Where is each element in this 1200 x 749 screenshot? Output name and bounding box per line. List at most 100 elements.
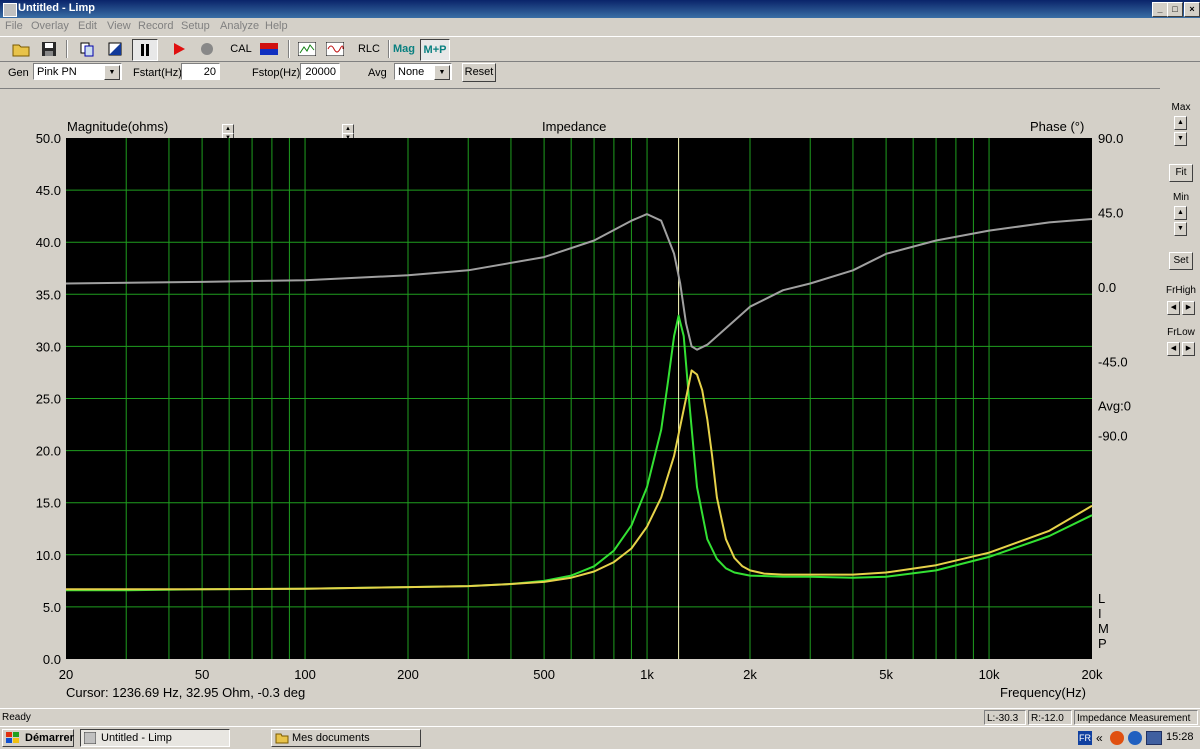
rlc-button[interactable]: RLC bbox=[356, 39, 382, 59]
menu-overlay[interactable]: Overlay bbox=[31, 20, 69, 32]
x-tick-label: 500 bbox=[533, 667, 555, 682]
max-up-icon[interactable]: ▲ bbox=[1174, 116, 1187, 130]
y-tick-label: 45.0 bbox=[36, 183, 61, 198]
x-tick-label: 50 bbox=[195, 667, 209, 682]
folder-icon bbox=[275, 733, 289, 744]
menu-edit[interactable]: Edit bbox=[78, 20, 97, 32]
limp-letter: L bbox=[1098, 591, 1105, 606]
parameters-row: Gen Pink PN ▼ Fstart(Hz) 20 ▲ ▼ Fstop(Hz… bbox=[0, 60, 1200, 143]
overlay-icon[interactable] bbox=[104, 39, 126, 59]
mag-phase-button[interactable]: M+P bbox=[420, 39, 450, 61]
cal-button[interactable]: CAL bbox=[228, 39, 254, 59]
frlow-right-icon[interactable]: ▶ bbox=[1182, 342, 1195, 356]
save-disk-icon[interactable] bbox=[38, 39, 60, 59]
maximize-button[interactable]: □ bbox=[1167, 2, 1183, 17]
max-down-icon[interactable]: ▼ bbox=[1174, 132, 1187, 146]
impedance-chart[interactable]: 0.0 5.0 10.0 15.0 20.0 25.0 30.0 35.0 40.0 45.0 50… bbox=[0, 89, 1160, 707]
scale-panel: Max ▲ ▼ Fit Min ▲ ▼ Set FrHigh ◀ ▶ FrLow… bbox=[1162, 88, 1200, 706]
menu-file[interactable]: File bbox=[5, 20, 23, 32]
frlow-label: FrLow bbox=[1167, 327, 1195, 338]
tray-display-icon[interactable] bbox=[1146, 731, 1162, 745]
toolbar: CAL RLC Mag M+P bbox=[0, 36, 1200, 62]
copy-icon[interactable] bbox=[76, 39, 98, 59]
menu-analyze[interactable]: Analyze bbox=[220, 20, 259, 32]
y-tick-label: 20.0 bbox=[36, 444, 61, 459]
fstop-input[interactable]: 20000 bbox=[300, 63, 340, 80]
fstop-value: 20000 bbox=[305, 66, 336, 78]
y-tick-label: 50.0 bbox=[36, 131, 61, 146]
reset-button[interactable]: Reset bbox=[462, 63, 496, 82]
play-icon[interactable] bbox=[168, 39, 190, 59]
start-label: Démarrer bbox=[25, 732, 74, 744]
fit-button[interactable]: Fit bbox=[1169, 164, 1193, 182]
mode-indicator: Impedance Measurement bbox=[1074, 710, 1198, 725]
limp-letter: M bbox=[1098, 621, 1109, 636]
windows-logo-icon bbox=[6, 732, 19, 743]
y2-tick-label: -45.0 bbox=[1098, 354, 1128, 369]
app-icon[interactable] bbox=[3, 3, 17, 17]
chevron-down-icon[interactable]: ▼ bbox=[434, 65, 450, 80]
window-title: Untitled - Limp bbox=[18, 2, 95, 14]
y-tick-label: 10.0 bbox=[36, 548, 61, 563]
y-tick-label: 35.0 bbox=[36, 287, 61, 302]
y2-tick-label: 45.0 bbox=[1098, 205, 1123, 220]
close-button[interactable]: × bbox=[1184, 2, 1200, 17]
taskbar-item-limp[interactable]: Untitled - Limp bbox=[80, 729, 230, 747]
start-button[interactable]: Démarrer bbox=[2, 729, 74, 747]
max-label: Max bbox=[1171, 102, 1191, 113]
avg-value: None bbox=[398, 66, 425, 78]
menu-view[interactable]: View bbox=[107, 20, 131, 32]
frhigh-left-icon[interactable]: ◀ bbox=[1167, 301, 1180, 315]
x-tick-label: 2k bbox=[743, 667, 757, 682]
min-down-icon[interactable]: ▼ bbox=[1174, 222, 1187, 236]
tray-expand-icon[interactable]: « bbox=[1096, 731, 1103, 745]
tray-network-icon[interactable] bbox=[1128, 731, 1142, 745]
waveform-icon[interactable] bbox=[324, 39, 346, 59]
min-label: Min bbox=[1172, 192, 1190, 203]
taskbar-item-documents[interactable]: Mes documents bbox=[271, 729, 421, 747]
open-folder-icon[interactable] bbox=[10, 39, 32, 59]
frhigh-right-icon[interactable]: ▶ bbox=[1182, 301, 1195, 315]
frhigh-label: FrHigh bbox=[1165, 285, 1196, 296]
avg-label: Avg bbox=[368, 67, 387, 79]
fstart-value: 20 bbox=[203, 66, 216, 78]
limp-letter: P bbox=[1098, 636, 1107, 651]
menu-help[interactable]: Help bbox=[265, 20, 288, 32]
menu-bar: File Overlay Edit View Record Setup Anal… bbox=[0, 18, 1200, 36]
x-tick-label: 20 bbox=[59, 667, 73, 682]
pause-button[interactable] bbox=[132, 39, 158, 61]
spectrum-icon[interactable] bbox=[296, 39, 318, 59]
min-up-icon[interactable]: ▲ bbox=[1174, 206, 1187, 220]
y2-tick-label: -90.0 bbox=[1098, 429, 1128, 444]
fstart-label: Fstart(Hz) bbox=[133, 67, 182, 79]
title-bar: Untitled - Limp _ □ × bbox=[0, 0, 1200, 18]
x-tick-label: 100 bbox=[294, 667, 316, 682]
menu-setup[interactable]: Setup bbox=[181, 20, 210, 32]
color-bar-icon[interactable] bbox=[258, 39, 280, 59]
record-stop-icon[interactable] bbox=[196, 39, 218, 59]
menu-record[interactable]: Record bbox=[138, 20, 173, 32]
right-level: R:-12.0 bbox=[1028, 710, 1072, 725]
y-tick-label: 25.0 bbox=[36, 392, 61, 407]
y-tick-label: 15.0 bbox=[36, 496, 61, 511]
frlow-left-icon[interactable]: ◀ bbox=[1167, 342, 1180, 356]
y-tick-label: 40.0 bbox=[36, 235, 61, 250]
tray-app-icon[interactable] bbox=[1110, 731, 1124, 745]
chevron-down-icon[interactable]: ▼ bbox=[104, 65, 120, 80]
set-button[interactable]: Set bbox=[1169, 252, 1193, 270]
gen-value: Pink PN bbox=[37, 66, 77, 78]
gen-select[interactable]: Pink PN ▼ bbox=[33, 63, 122, 80]
y-tick-label: 5.0 bbox=[43, 600, 61, 615]
mag-button[interactable]: Mag bbox=[391, 39, 417, 59]
minimize-button[interactable]: _ bbox=[1152, 2, 1168, 17]
x-tick-label: 1k bbox=[640, 667, 654, 682]
y2-tick-label: 0.0 bbox=[1098, 280, 1116, 295]
left-level: L:-30.3 bbox=[984, 710, 1026, 725]
fstart-input[interactable]: 20 bbox=[181, 63, 220, 80]
status-bar: Ready L:-30.3 R:-12.0 Impedance Measurem… bbox=[0, 708, 1200, 727]
language-indicator[interactable]: FR bbox=[1078, 731, 1092, 745]
taskbar-item-label: Untitled - Limp bbox=[101, 732, 172, 744]
avg-select[interactable]: None ▼ bbox=[394, 63, 452, 80]
y-tick-label: 30.0 bbox=[36, 339, 61, 354]
graph-panel: Magnitude(ohms) Impedance Phase (°) Curs… bbox=[0, 88, 1160, 707]
